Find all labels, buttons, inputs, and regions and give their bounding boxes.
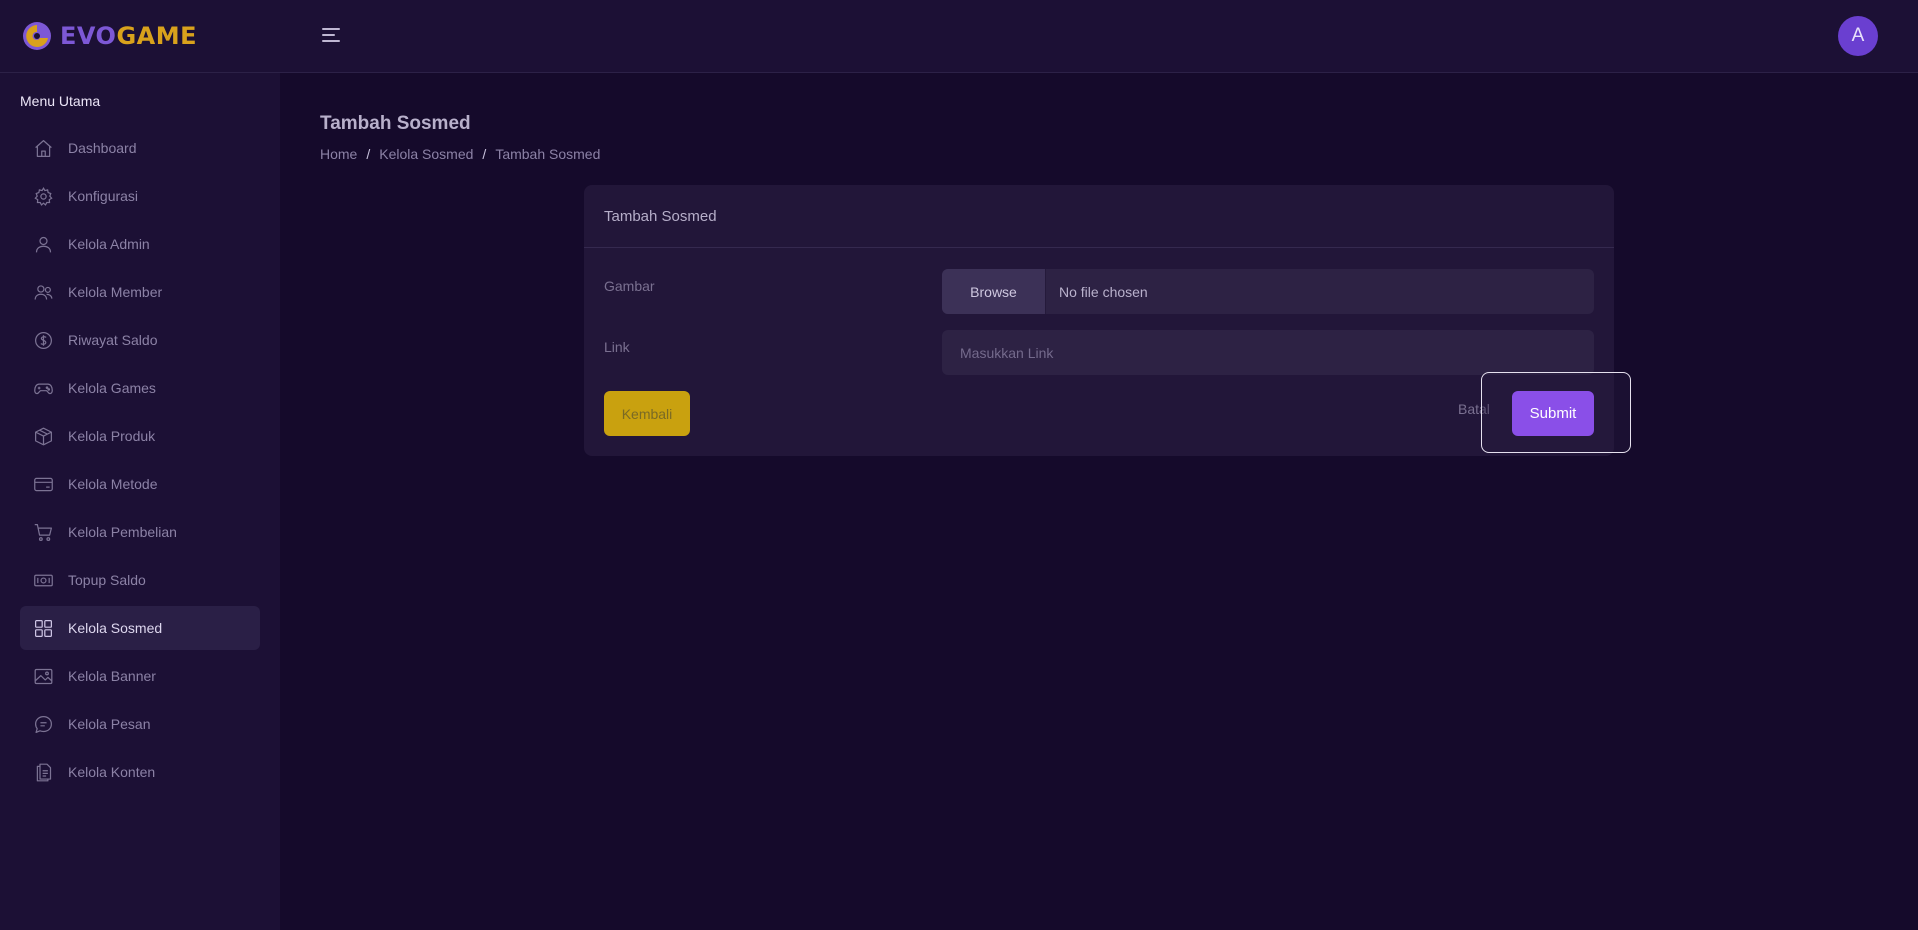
sidebar-item-dashboard[interactable]: Dashboard [20,126,260,170]
gambar-file-input[interactable]: Browse No file chosen [942,269,1594,314]
breadcrumb-separator: / [482,146,487,162]
brand-name-part1: EVO [60,22,117,50]
chat-icon [35,715,52,733]
sidebar-item-riwayat-saldo[interactable]: Riwayat Saldo [20,318,260,362]
breadcrumb-parent-link[interactable]: Kelola Sosmed [379,146,473,162]
sidebar-item-label: Dashboard [68,140,137,156]
brand-logo[interactable]: EVOGAME [20,18,197,54]
grid-icon [35,619,52,637]
gear-icon [34,186,53,206]
sidebar-item-kelola-metode[interactable]: Kelola Metode [20,462,260,506]
brand-name: EVOGAME [60,22,197,50]
file-status: No file chosen [1059,283,1148,300]
sidebar-item-konfigurasi[interactable]: Konfigurasi [20,174,260,218]
sidebar-item-label: Topup Saldo [68,572,146,588]
sidebar-item-kelola-produk[interactable]: Kelola Produk [20,414,260,458]
sidebar-title: Menu Utama [20,93,101,109]
gamepad-icon [34,383,53,394]
breadcrumb-current: Tambah Sosmed [495,146,601,162]
sidebar-item-kelola-pesan[interactable]: Kelola Pesan [20,702,260,746]
avatar[interactable]: A [1838,16,1878,56]
sidebar-item-label: Kelola Metode [68,476,158,492]
top-bar: EVOGAME A [0,0,1918,73]
cash-icon [34,574,53,586]
document-icon [36,763,52,781]
credit-card-icon [34,477,53,491]
sidebar-item-label: Kelola Sosmed [68,620,163,636]
users-icon [34,284,53,300]
user-icon [35,236,52,252]
sidebar-item-kelola-konten[interactable]: Kelola Konten [20,750,260,794]
sidebar-item-kelola-games[interactable]: Kelola Games [20,366,260,410]
sidebar-item-label: Kelola Banner [68,668,156,684]
breadcrumb: Home / Kelola Sosmed / Tambah Sosmed [320,146,600,162]
sidebar-item-label: Riwayat Saldo [68,332,158,348]
sidebar-item-kelola-banner[interactable]: Kelola Banner [20,654,260,698]
sidebar-item-kelola-member[interactable]: Kelola Member [20,270,260,314]
gambar-label: Gambar [604,278,655,294]
sidebar-item-label: Kelola Member [68,284,163,300]
cart-icon [34,523,52,541]
sidebar-item-topup-saldo[interactable]: Topup Saldo [20,558,260,602]
sidebar-item-kelola-sosmed[interactable]: Kelola Sosmed [20,606,260,650]
form-card-title: Tambah Sosmed [584,185,1614,248]
sidebar-item-label: Kelola Konten [68,764,156,780]
browse-button[interactable]: Browse [942,269,1046,314]
sidebar-item-label: Kelola Pembelian [68,524,177,540]
sidebar: Menu Utama Dashboard Konfigurasi Kelola … [0,73,280,930]
breadcrumb-separator: / [366,146,371,162]
home-icon [35,139,52,157]
submit-button[interactable]: Submit [1512,391,1594,436]
sidebar-item-label: Konfigurasi [68,188,139,204]
sidebar-item-kelola-pembelian[interactable]: Kelola Pembelian [20,510,260,554]
link-input[interactable] [942,330,1594,375]
sidebar-item-label: Kelola Admin [68,236,150,252]
sidebar-nav: Dashboard Konfigurasi Kelola Admin Kelol… [20,126,260,798]
page-title: Tambah Sosmed [320,113,471,134]
back-button[interactable]: Kembali [604,391,690,436]
sidebar-item-label: Kelola Produk [68,428,156,444]
link-label: Link [604,339,630,355]
form-card: Tambah Sosmed Gambar Browse No file chos… [584,185,1614,456]
sidebar-item-label: Kelola Games [68,380,156,396]
brand-name-part2: GAME [116,22,198,50]
box-icon [35,427,52,445]
image-icon [34,668,53,684]
sidebar-item-kelola-admin[interactable]: Kelola Admin [20,222,260,266]
menu-toggle-icon[interactable] [322,27,340,43]
dollar-circle-icon [35,331,52,349]
logo-mark-icon [23,22,51,50]
breadcrumb-home-link[interactable]: Home [320,146,357,162]
sidebar-item-label: Kelola Pesan [68,716,151,732]
